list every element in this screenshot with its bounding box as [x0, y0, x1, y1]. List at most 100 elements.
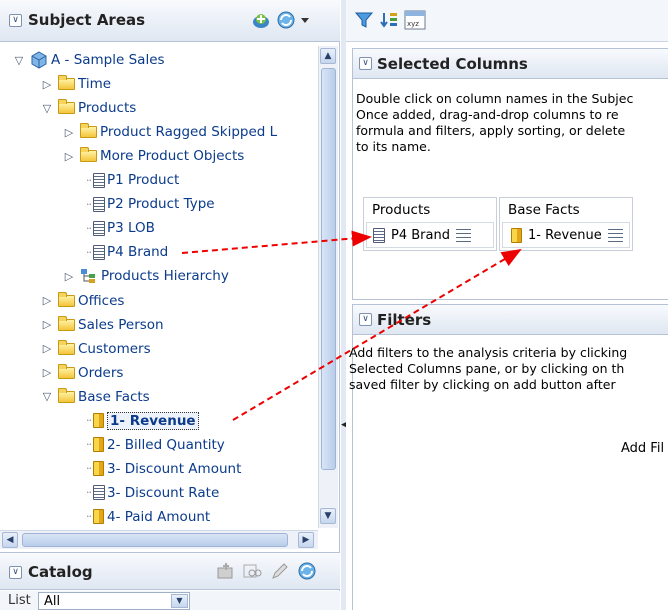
attribute-icon: [93, 485, 105, 501]
selected-columns-header: ∨ Selected Columns: [353, 49, 668, 79]
tree-item-label: P4 Brand: [107, 244, 169, 261]
expanded-triangle-icon[interactable]: ▽: [12, 54, 26, 67]
collapse-chevron-icon[interactable]: ∨: [9, 14, 22, 27]
scroll-up-button[interactable]: ▲: [320, 48, 336, 64]
attribute-icon: [93, 244, 105, 260]
instruction-line: Selected Columns pane, or by clicking on…: [349, 361, 625, 376]
tree-connector: ··: [86, 173, 92, 187]
filter-icon[interactable]: [354, 10, 374, 34]
tree-item-p4-brand[interactable]: ·· P4 Brand: [86, 240, 168, 264]
tree-item-label: Products Hierarchy: [101, 268, 229, 285]
selected-column-1-revenue[interactable]: Base Facts 1- Revenue: [499, 197, 633, 251]
collapsed-triangle-icon[interactable]: ▷: [40, 294, 54, 307]
tree-item-2-billed-quantity[interactable]: ·· 2- Billed Quantity: [86, 433, 225, 457]
tree-item-customers[interactable]: ▷ Customers: [40, 337, 151, 361]
tree-item-offices[interactable]: ▷ Offices: [40, 289, 124, 313]
folder-icon: [58, 339, 75, 355]
tree-item-label: Orders: [78, 364, 124, 381]
collapsed-triangle-icon[interactable]: ▷: [40, 342, 54, 355]
svg-text:xyz: xyz: [407, 20, 419, 28]
tree-item-base-facts[interactable]: ▽ Base Facts: [40, 385, 150, 409]
xyz-icon[interactable]: xyz: [404, 10, 426, 34]
new-folder-icon[interactable]: [216, 562, 236, 584]
tree-item-label: A - Sample Sales: [51, 52, 165, 68]
tree-item-label: 3- Discount Rate: [107, 484, 220, 501]
tree-item-label: P2 Product Type: [107, 196, 215, 213]
tree-connector: ··: [86, 486, 92, 500]
right-panel: xyz ∨ Selected Columns Double click on c…: [346, 0, 668, 610]
tree-item-label: Base Facts: [78, 388, 150, 405]
column-chip[interactable]: 1- Revenue: [502, 222, 630, 248]
folder-icon: [80, 123, 97, 139]
filters-collapse-icon[interactable]: ∨: [359, 313, 372, 326]
selected-columns-section: ∨ Selected Columns Double click on colum…: [352, 48, 668, 300]
folder-icon: [58, 363, 75, 379]
refresh-icon[interactable]: [296, 561, 318, 585]
tree-item-p1-product[interactable]: ·· P1 Product: [86, 168, 179, 192]
tree-item-p3-lob[interactable]: ·· P3 LOB: [86, 216, 155, 240]
tree-item-sales-person[interactable]: ▷ Sales Person: [40, 313, 164, 337]
tree-item-product-ragged-skipped[interactable]: ▷ Product Ragged Skipped L: [62, 120, 277, 144]
chevron-down-icon[interactable]: ▼: [171, 594, 188, 608]
column-menu-icon[interactable]: [455, 228, 471, 242]
measure-icon: [93, 509, 104, 525]
tree-item-label: Customers: [78, 340, 151, 357]
tree-item-label: 2- Billed Quantity: [107, 436, 225, 453]
selected-columns-instructions: Double click on column names in the Subj…: [356, 91, 633, 155]
selected-column-p4-brand[interactable]: Products P4 Brand: [363, 197, 497, 251]
collapsed-triangle-icon[interactable]: ▷: [40, 78, 54, 91]
tree-vertical-scrollbar[interactable]: ▲ ▼: [318, 46, 338, 528]
sort-icon[interactable]: [379, 10, 399, 34]
add-filter-link[interactable]: Add Fil: [621, 441, 664, 456]
column-chip[interactable]: P4 Brand: [366, 222, 494, 248]
folder-icon: [58, 387, 75, 403]
expanded-triangle-icon[interactable]: ▽: [40, 390, 54, 403]
scroll-left-button[interactable]: ◀: [2, 532, 18, 548]
selected-columns-collapse-icon[interactable]: ∨: [359, 57, 372, 70]
tree-item-3-discount-amount[interactable]: ·· 3- Discount Amount: [86, 457, 241, 481]
collapsed-triangle-icon[interactable]: ▷: [62, 150, 76, 163]
tree-horizontal-scrollbar[interactable]: ◀ ▶: [0, 530, 318, 549]
folder-icon: [58, 75, 75, 91]
scroll-thumb[interactable]: [321, 68, 336, 470]
collapsed-triangle-icon[interactable]: ▷: [40, 318, 54, 331]
tree-item-4-paid-amount[interactable]: ·· 4- Paid Amount: [86, 505, 210, 528]
tree-item-label: Time: [78, 76, 112, 93]
tree-item-label: Sales Person: [78, 316, 164, 333]
left-panel: ∨ Subject Areas ▽ A - Sample Sales ▷ Time ▽ P…: [0, 0, 340, 610]
expanded-triangle-icon[interactable]: ▽: [40, 102, 54, 115]
tree-item-time[interactable]: ▷ Time: [40, 72, 111, 96]
collapsed-triangle-icon[interactable]: ▷: [40, 366, 54, 379]
measure-icon: [93, 437, 104, 453]
tree-item-1-revenue[interactable]: ·· 1- Revenue: [86, 409, 199, 433]
tree-item-more-product-objects[interactable]: ▷ More Product Objects: [62, 144, 244, 168]
catalog-list-row: List All ▼: [0, 591, 340, 610]
subject-areas-header: ∨ Subject Areas: [0, 0, 340, 42]
column-folder-label: Base Facts: [508, 202, 580, 218]
tree-item-orders[interactable]: ▷ Orders: [40, 361, 123, 385]
tree-item-3-discount-rate[interactable]: ·· 3- Discount Rate: [86, 481, 219, 505]
tree-item-a-sample-sales[interactable]: ▽ A - Sample Sales: [12, 48, 165, 72]
catalog-collapse-icon[interactable]: ∨: [9, 566, 22, 579]
filters-section: ∨ Filters Add filters to the analysis cr…: [349, 304, 668, 610]
folder-icon: [58, 99, 75, 115]
catalog-title: Catalog: [28, 563, 93, 581]
tree-item-products[interactable]: ▽ Products: [40, 96, 136, 120]
tree-item-p2-product-type[interactable]: ·· P2 Product Type: [86, 192, 215, 216]
tree-item-label: Products: [78, 100, 137, 117]
collapsed-triangle-icon[interactable]: ▷: [62, 126, 76, 139]
instruction-line: saved filter by clicking on add button a…: [349, 377, 616, 392]
column-menu-icon[interactable]: [607, 228, 623, 242]
horizontal-scroll-thumb[interactable]: [22, 533, 288, 547]
list-select[interactable]: All ▼: [38, 592, 190, 610]
collapsed-triangle-icon[interactable]: ▷: [62, 270, 76, 283]
add-subject-area-icon[interactable]: [251, 10, 271, 34]
search-catalog-icon[interactable]: [243, 562, 263, 584]
edit-icon[interactable]: [270, 562, 290, 584]
attribute-icon: [373, 227, 385, 243]
scroll-down-button[interactable]: ▼: [320, 508, 336, 524]
scroll-right-button[interactable]: ▶: [298, 532, 314, 548]
column-folder-label: Products: [372, 202, 431, 218]
tree-item-products-hierarchy[interactable]: ▷ Products Hierarchy: [62, 264, 229, 288]
refresh-dropdown-icon[interactable]: [276, 9, 310, 35]
